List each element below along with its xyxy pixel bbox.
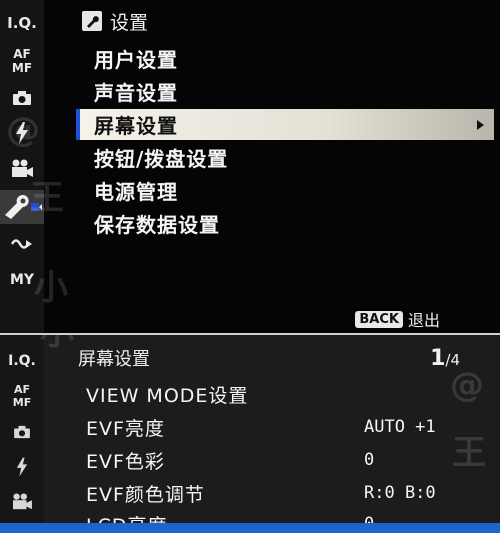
menu-item-label: 保存数据设置	[94, 213, 220, 237]
wrench-icon	[82, 11, 102, 31]
my-menu-tab[interactable]: MY	[0, 268, 44, 292]
page-current: 1	[430, 345, 446, 371]
menu-item-user-settings[interactable]: 用户设置	[76, 43, 494, 74]
menu-tab-column: I.Q. AF MF	[0, 335, 44, 533]
menu-title: 设置	[110, 11, 149, 34]
my-menu-label: MY	[9, 272, 35, 288]
setting-label: VIEW MODE设置	[86, 384, 249, 407]
movie-tab[interactable]	[0, 155, 44, 183]
iq-tab-label: I.Q.	[8, 353, 36, 369]
movie-tab[interactable]	[0, 493, 44, 517]
camera-tab[interactable]	[0, 86, 44, 112]
flash-tab[interactable]	[0, 457, 44, 483]
menu-item-label: 按钮/拨盘设置	[94, 147, 229, 171]
af-label: AF	[13, 383, 31, 396]
setting-label: EVF色彩	[86, 450, 165, 473]
setting-value: 0	[364, 450, 375, 470]
wireless-tab[interactable]	[0, 232, 44, 258]
af-mf-tab[interactable]: AF MF	[0, 383, 44, 415]
menu-header: 设置	[82, 8, 148, 34]
menu-item-power-management[interactable]: 电源管理	[76, 175, 494, 206]
back-exit-hint[interactable]: BACK 退出	[355, 307, 440, 331]
menu-item-button-dial-settings[interactable]: 按钮/拨盘设置	[76, 142, 494, 173]
flash-icon	[16, 122, 28, 144]
setting-value: R:0 B:0	[364, 483, 436, 503]
exit-label: 退出	[407, 311, 440, 330]
iq-tab[interactable]: I.Q.	[0, 349, 44, 373]
mf-label: MF	[12, 396, 32, 409]
page-title: 屏幕设置	[78, 349, 150, 370]
camera-icon	[14, 425, 30, 439]
watermark-decoration: 小	[40, 333, 74, 353]
chevron-right-icon	[477, 119, 484, 130]
camera-icon	[13, 91, 31, 105]
menu-item-label: 屏幕设置	[94, 114, 178, 138]
settings-menu-panel: I.Q. AF MF MY 设置 用户设置 声音设置 屏幕设置 按钮/拨盘设置 …	[0, 0, 500, 333]
setting-evf-color-adjust[interactable]: EVF颜色调节 R:0 B:0	[86, 478, 466, 508]
menu-item-label: 声音设置	[94, 81, 178, 105]
selection-highlight-bar	[0, 523, 500, 533]
setting-value: AUTO +1	[364, 417, 436, 437]
flash-icon	[16, 457, 28, 477]
menu-item-save-data-settings[interactable]: 保存数据设置	[76, 208, 494, 239]
setup-tab[interactable]	[0, 190, 44, 224]
iq-tab[interactable]: I.Q.	[0, 10, 44, 36]
screen-settings-header: 屏幕设置 1/4	[78, 343, 460, 373]
iq-tab-label: I.Q.	[7, 14, 37, 32]
setting-evf-brightness[interactable]: EVF亮度 AUTO +1	[86, 412, 466, 442]
page-total: /4	[445, 350, 460, 369]
menu-item-screen-settings[interactable]: 屏幕设置	[76, 109, 494, 140]
setting-evf-color[interactable]: EVF色彩 0	[86, 445, 466, 475]
camera-tab[interactable]	[0, 425, 44, 449]
page-indicator: 1/4	[430, 346, 460, 371]
screen-settings-panel: I.Q. AF MF 屏幕设置 1/4 VIEW MODE设置 EVF亮度 AU…	[0, 333, 500, 533]
af-label: AF	[13, 47, 31, 61]
menu-tab-column: I.Q. AF MF	[0, 0, 44, 333]
setting-view-mode[interactable]: VIEW MODE设置	[86, 379, 466, 409]
wireless-icon	[11, 239, 32, 249]
flash-tab[interactable]	[0, 118, 44, 148]
movie-camera-icon	[12, 159, 33, 177]
back-button-badge: BACK	[355, 310, 403, 328]
mf-label: MF	[11, 61, 33, 75]
menu-item-label: 用户设置	[94, 48, 178, 72]
movie-camera-icon	[13, 493, 32, 510]
af-mf-tab[interactable]: AF MF	[0, 44, 44, 78]
wrench-icon	[5, 195, 42, 219]
menu-item-label: 电源管理	[94, 180, 178, 204]
menu-item-sound-settings[interactable]: 声音设置	[76, 76, 494, 107]
